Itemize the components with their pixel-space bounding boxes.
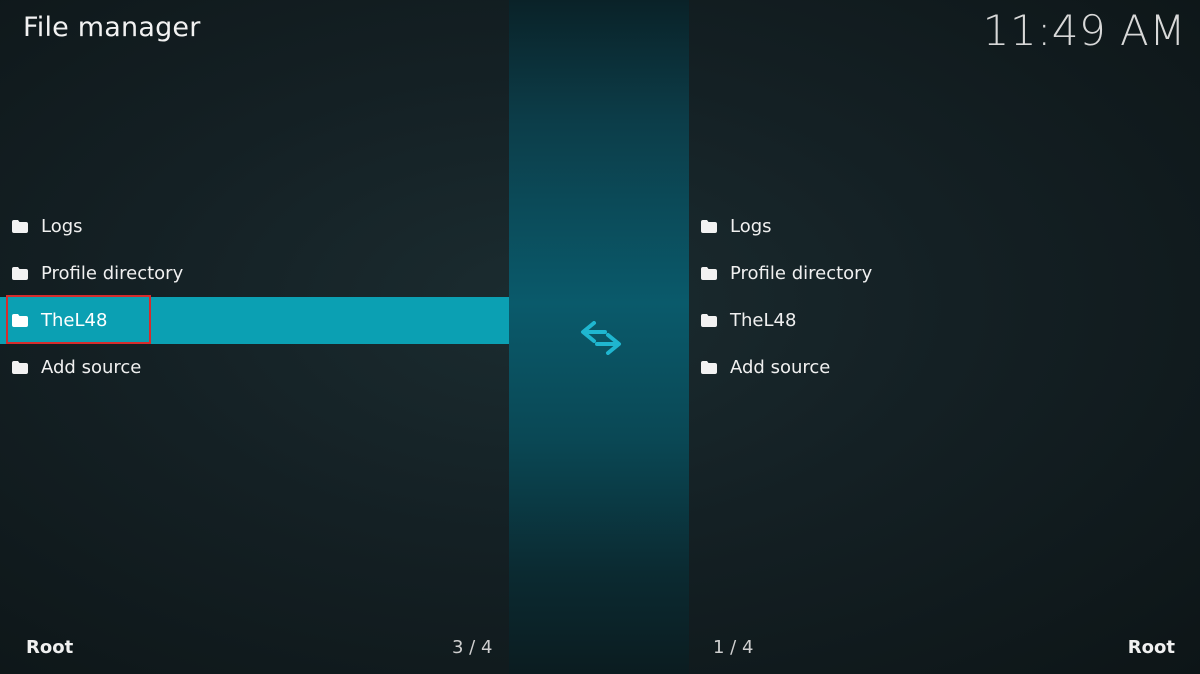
list-item-label: Profile directory xyxy=(41,263,184,284)
folder-icon xyxy=(701,361,717,374)
list-item[interactable]: TheL48 xyxy=(689,297,1200,344)
left-pane: Logs Profile directory TheL48 Add source xyxy=(0,0,509,674)
right-item-count: 1 / 4 xyxy=(713,637,754,658)
right-pane: Logs Profile directory TheL48 Add source xyxy=(689,0,1200,674)
folder-icon xyxy=(12,361,28,374)
list-item-label: Logs xyxy=(730,216,772,237)
list-item-label: TheL48 xyxy=(730,310,797,331)
folder-icon xyxy=(12,267,28,280)
list-item-label: TheL48 xyxy=(41,310,108,331)
list-item[interactable]: Add source xyxy=(689,344,1200,391)
list-item-selected[interactable]: TheL48 xyxy=(0,295,509,344)
left-current-path: Root xyxy=(26,637,74,658)
folder-icon xyxy=(12,220,28,233)
list-item[interactable]: Profile directory xyxy=(689,250,1200,297)
right-file-list: Logs Profile directory TheL48 Add source xyxy=(689,203,1200,391)
folder-icon xyxy=(12,314,28,327)
list-item-label: Profile directory xyxy=(730,263,873,284)
list-item-label: Logs xyxy=(41,216,83,237)
list-item-label: Add source xyxy=(730,357,831,378)
folder-icon xyxy=(701,314,717,327)
left-file-list: Logs Profile directory TheL48 Add source xyxy=(0,203,509,391)
right-current-path: Root xyxy=(1127,637,1175,658)
list-item-label: Add source xyxy=(41,357,142,378)
list-item[interactable]: Logs xyxy=(0,203,509,250)
left-item-count: 3 / 4 xyxy=(452,637,493,658)
folder-icon xyxy=(701,267,717,280)
swap-arrows-icon[interactable] xyxy=(580,321,622,355)
folder-icon xyxy=(701,220,717,233)
list-item[interactable]: Add source xyxy=(0,344,509,391)
list-item[interactable]: Logs xyxy=(689,203,1200,250)
list-item[interactable]: Profile directory xyxy=(0,250,509,297)
